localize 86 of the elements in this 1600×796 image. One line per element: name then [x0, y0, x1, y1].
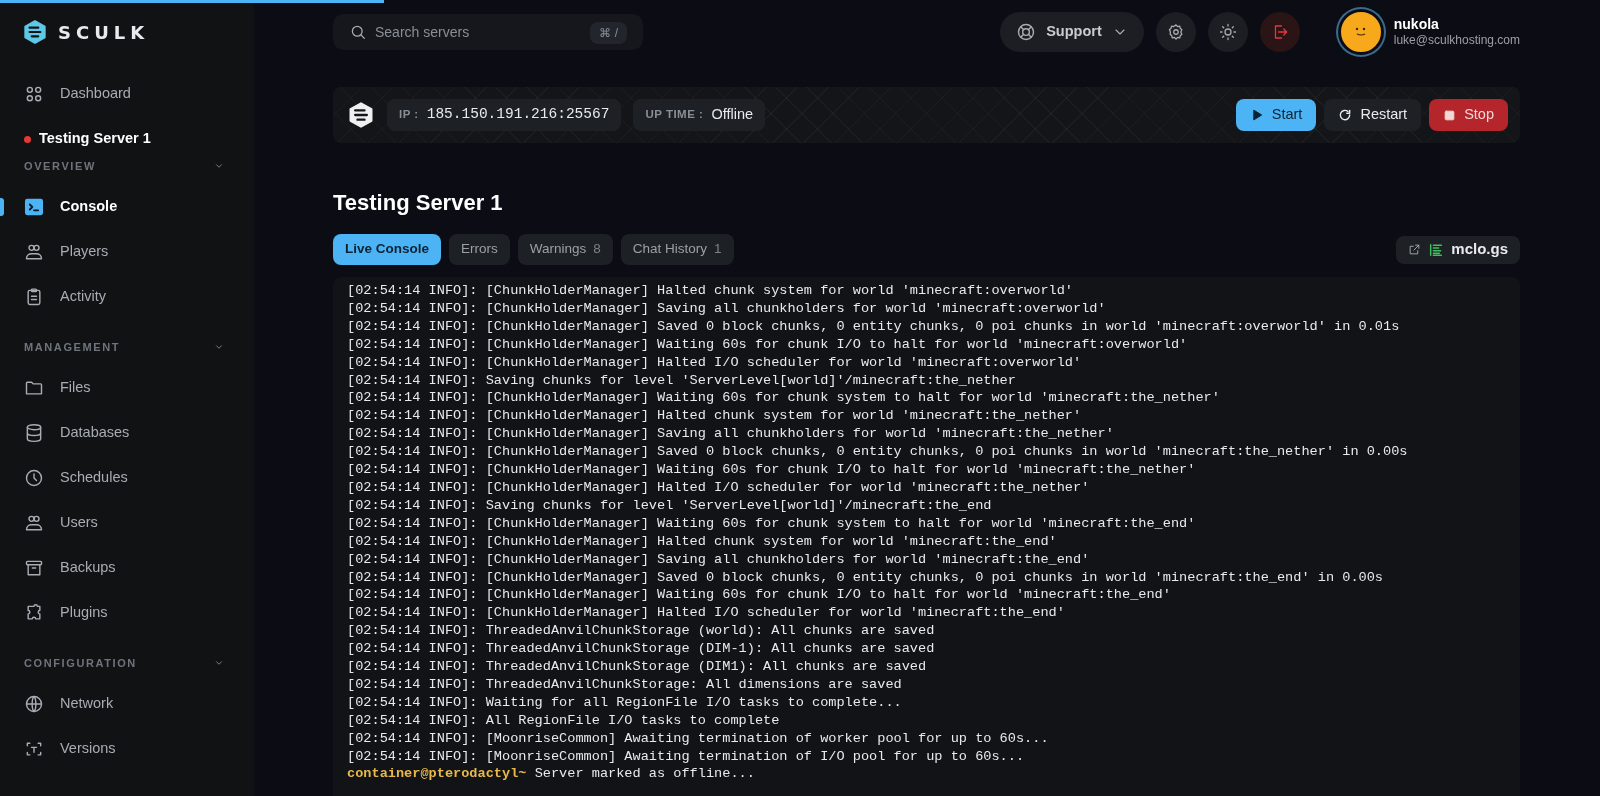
stop-icon — [1443, 108, 1457, 122]
chevron-down-icon — [214, 161, 224, 171]
clock-icon — [24, 467, 44, 488]
console-line: [02:54:14 INFO]: [ChunkHolderManager] Saving all chunkholders for world 'minecraft:the_end' — [347, 550, 1090, 569]
globe-icon — [24, 693, 44, 714]
stop-button[interactable]: Stop — [1429, 99, 1508, 131]
console-line: [02:54:14 INFO]: [ChunkHolderManager] Halted chunk system for world 'minecraft:the_nether' — [347, 407, 1082, 426]
sidebar-item[interactable]: Activity — [0, 274, 254, 319]
chevron-down-icon — [214, 658, 224, 668]
console-line: [02:54:14 INFO]: [MoonriseCommon] Awaiting termination of I/O pool for up to 60s... — [347, 747, 1025, 766]
sidebar-item[interactable]: Backups — [0, 545, 254, 590]
gear-icon — [1166, 23, 1185, 41]
console-line: [02:54:14 INFO]: [ChunkHolderManager] Waiting 60s for chunk I/O to halt for world 'minecraft:the_end' — [347, 586, 1171, 605]
restart-icon — [1338, 108, 1353, 122]
ip-label: IP : — [399, 107, 419, 123]
sidebar-item[interactable]: Network — [0, 681, 254, 726]
console-line: [02:54:14 INFO]: Saving chunks for level 'ServerLevel[world]'/minecraft:the_nether — [347, 371, 1016, 390]
console-line: [02:54:14 INFO]: ThreadedAnvilChunkStorage: All dimensions are saved — [347, 675, 902, 694]
console-line: [02:54:14 INFO]: Waiting for all RegionFile I/O tasks to complete... — [347, 693, 902, 712]
support-dropdown[interactable]: Support — [1000, 12, 1144, 52]
tab[interactable]: Warnings 8 — [517, 234, 613, 265]
puzzle-piece-icon — [24, 602, 44, 623]
tab[interactable]: Chat History 1 — [620, 234, 734, 265]
console-line: [02:54:14 INFO]: ThreadedAnvilChunkStorage (DIM1): All chunks are saved — [347, 658, 927, 676]
console-line: [02:54:14 INFO]: [ChunkHolderManager] Saving all chunkholders for world 'minecraft:overworld' — [347, 299, 1106, 318]
console-line: [02:54:14 INFO]: Saving chunks for level 'ServerLevel[world]'/minecraft:the_end — [347, 496, 992, 515]
user-name: nukola — [1393, 15, 1440, 33]
console-line: [02:54:14 INFO]: ThreadedAnvilChunkStorage (DIM-1): All chunks are saved — [347, 640, 935, 659]
console-line: [02:54:14 INFO]: [ChunkHolderManager] Halted I/O scheduler for world 'minecraft:overworld' — [347, 353, 1082, 372]
sun-icon — [1218, 23, 1237, 41]
terminal-icon — [24, 196, 44, 217]
search-icon — [349, 23, 367, 41]
sidebar-item[interactable]: Users — [0, 500, 254, 545]
settings-button[interactable] — [1155, 12, 1196, 52]
ip-address: 185.150.191.216:25567 — [426, 105, 610, 125]
tab[interactable]: Live Console — [333, 234, 442, 265]
sidebar-item[interactable]: Plugins — [0, 590, 254, 635]
console-line: [02:54:14 INFO]: [ChunkHolderManager] Halted chunk system for world 'minecraft:overworld' — [347, 282, 1074, 300]
console-line: [02:54:14 INFO]: [ChunkHolderManager] Waiting 60s for chunk system to halt for world 'minecraft:the_nether' — [347, 389, 1220, 408]
cube-logo-icon — [22, 19, 48, 45]
text-lines-icon — [1428, 241, 1445, 258]
section-heading: MANAGEMENT — [24, 339, 121, 355]
restart-button[interactable]: Restart — [1324, 99, 1422, 131]
user-email: luke@sculkhosting.com — [1393, 32, 1520, 49]
start-button[interactable]: Start — [1235, 99, 1317, 131]
console-line: [02:54:14 INFO]: [ChunkHolderManager] Halted chunk system for world 'minecraft:the_end' — [347, 532, 1057, 551]
page-title: Testing Server 1 — [333, 189, 504, 217]
console-line: [02:54:14 INFO]: [ChunkHolderManager] Saved 0 block chunks, 0 entity chunks, 0 poi chunks in world 'minecraft:the_nether' in 0.00s — [347, 443, 1408, 462]
console-line: [02:54:14 INFO]: [ChunkHolderManager] Waiting 60s for chunk I/O to halt for world 'minecraft:the_nether' — [347, 461, 1196, 479]
uptime-label: UP TIME : — [645, 107, 704, 123]
console-line: [02:54:14 INFO]: [ChunkHolderManager] Halted I/O scheduler for world 'minecraft:the_nether' — [347, 478, 1090, 497]
theme-toggle-button[interactable] — [1207, 12, 1248, 52]
console-line: [02:54:14 INFO]: ThreadedAnvilChunkStorage (world): All chunks are saved — [347, 622, 935, 641]
console-line: [02:54:14 INFO]: [ChunkHolderManager] Waiting 60s for chunk system to halt for world 'minecraft:the_end' — [347, 514, 1196, 533]
console-line: [02:54:14 INFO]: [ChunkHolderManager] Waiting 60s for chunk I/O to halt for world 'minecraft:overworld' — [347, 335, 1188, 354]
console-line: [02:54:14 INFO]: [ChunkHolderManager] Saved 0 block chunks, 0 entity chunks, 0 poi chunks in world 'minecraft:overworld' in 0.01s — [347, 317, 1400, 336]
sidebar-item[interactable]: Console — [0, 184, 254, 229]
sidebar-item[interactable]: Files — [0, 365, 254, 410]
server-name: Testing Server 1 — [39, 129, 151, 149]
chevron-down-icon — [214, 342, 224, 352]
sidebar-item[interactable]: Players — [0, 229, 254, 274]
brand-wordmark: SCULK — [58, 20, 150, 45]
console-line: [02:54:14 INFO]: All RegionFile I/O tasks to complete — [347, 711, 780, 730]
lifebuoy-icon — [1016, 22, 1037, 42]
clipboard-icon — [24, 286, 44, 307]
keyboard-shortcut: ⌘ / — [590, 22, 627, 44]
console-line: [02:54:14 INFO]: [MoonriseCommon] Awaiting termination of worker pool for up to 60s... — [347, 729, 1049, 748]
sidebar-item[interactable]: Versions — [0, 726, 254, 771]
share-link[interactable]: mclo.gs — [1396, 235, 1520, 264]
uptime-value: Offline — [711, 105, 754, 125]
selection-indicator — [0, 198, 4, 216]
sidebar-item[interactable]: Schedules — [0, 455, 254, 500]
avatar — [1337, 9, 1384, 55]
tab[interactable]: Errors — [449, 234, 510, 265]
console-line: [02:54:14 INFO]: [ChunkHolderManager] Saved 0 block chunks, 0 entity chunks, 0 poi chunks in world 'minecraft:the_end' in 0.00s — [347, 568, 1383, 587]
console-line: container@pterodactyl~ Server marked as offline... — [347, 765, 755, 784]
console-line: [02:54:14 INFO]: [ChunkHolderManager] Halted I/O scheduler for world 'minecraft:the_end' — [347, 604, 1065, 623]
logout-button[interactable] — [1259, 12, 1300, 52]
sidebar-item[interactable]: Dashboard — [0, 71, 254, 116]
section-heading: CONFIGURATION — [24, 655, 137, 671]
section-heading: OVERVIEW — [24, 158, 96, 174]
external-link-icon — [1408, 243, 1422, 256]
sidebar-item[interactable]: Databases — [0, 410, 254, 455]
database-icon — [24, 422, 44, 443]
cube-logo-icon — [347, 101, 375, 129]
console-line: [02:54:14 INFO]: [ChunkHolderManager] Saving all chunkholders for world 'minecraft:the_nether' — [347, 425, 1114, 444]
